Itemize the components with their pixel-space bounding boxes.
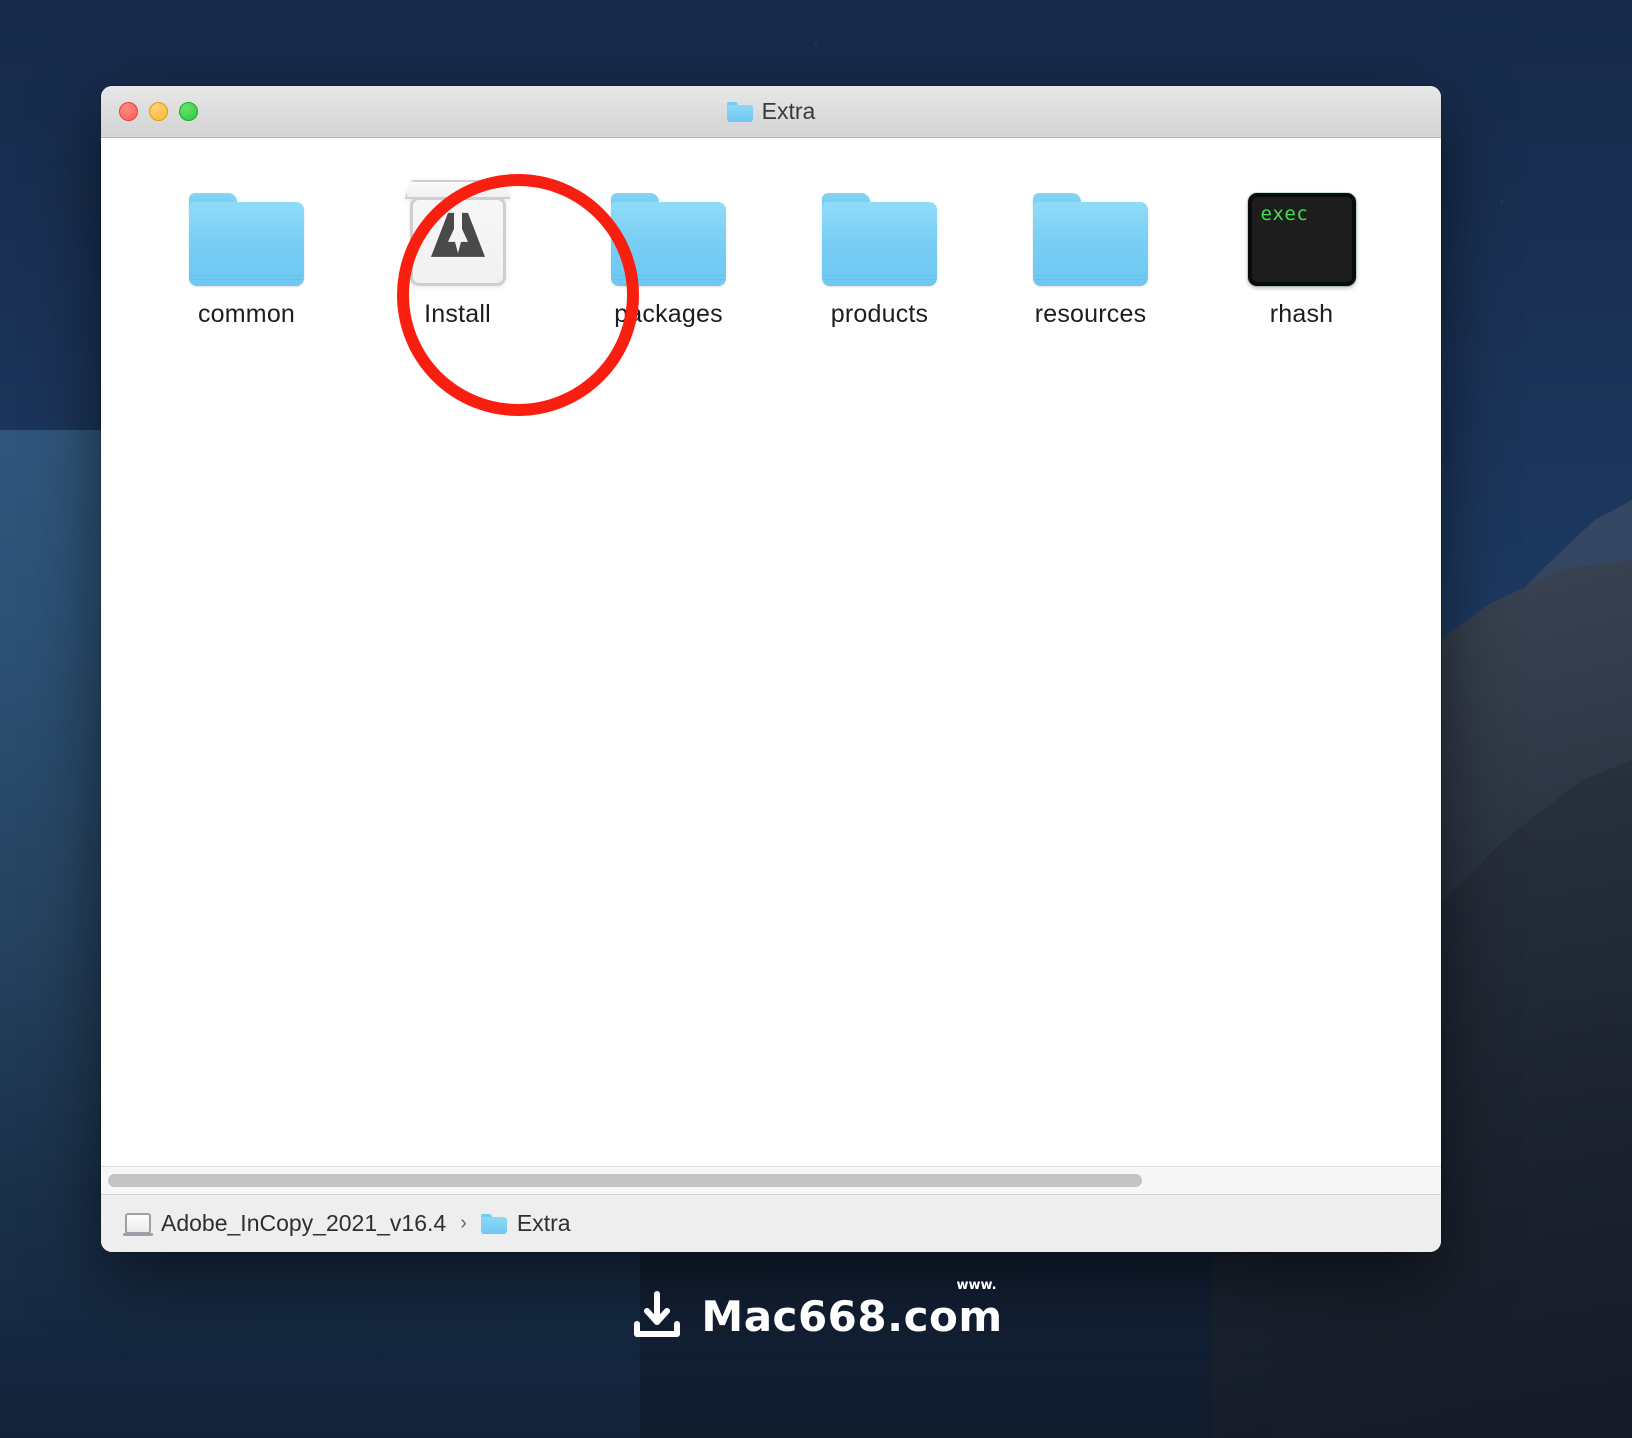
folder-icon — [822, 193, 937, 286]
minimize-button[interactable] — [149, 102, 168, 121]
breadcrumb-separator-icon: › — [460, 1212, 467, 1234]
horizontal-scrollbar[interactable] — [101, 1166, 1441, 1194]
exec-icon-text: exec — [1260, 203, 1309, 225]
file-item-common[interactable]: common — [141, 160, 352, 329]
site-watermark: Mac668.com www. — [0, 1278, 1632, 1344]
adobe-logo-icon — [430, 212, 485, 257]
folder-icon — [480, 1213, 507, 1234]
folder-icon — [189, 193, 304, 286]
adobe-installer-package-icon — [402, 180, 514, 286]
folder-icon — [611, 193, 726, 286]
window-title-text: Extra — [761, 98, 816, 124]
terminal-exec-icon: exec — [1247, 193, 1356, 286]
folder-icon — [726, 101, 753, 122]
breadcrumb-label: Adobe_InCopy_2021_v16.4 — [161, 1210, 447, 1236]
icon-grid: common Install packages products resourc… — [101, 160, 1441, 329]
window-titlebar[interactable]: Extra — [101, 86, 1441, 138]
file-item-rhash[interactable]: exec rhash — [1196, 160, 1407, 329]
watermark-superscript: www. — [956, 1277, 997, 1293]
file-item-label: resources — [1034, 300, 1147, 328]
icon-wrap — [402, 168, 514, 286]
file-item-label: common — [197, 300, 296, 328]
icon-wrap — [822, 168, 937, 286]
scrollbar-thumb[interactable] — [108, 1174, 1143, 1187]
file-item-label: Install — [424, 300, 491, 328]
icon-wrap — [189, 168, 304, 286]
scrollbar-track[interactable] — [108, 1174, 1434, 1187]
finder-window[interactable]: Extra common Install packages products r… — [101, 86, 1441, 1252]
file-item-label: rhash — [1269, 300, 1334, 328]
icon-wrap — [1033, 168, 1148, 286]
breadcrumb-item-volume[interactable]: Adobe_InCopy_2021_v16.4 — [123, 1210, 447, 1237]
breadcrumb-item-folder[interactable]: Extra — [480, 1210, 571, 1237]
folder-icon — [1033, 193, 1148, 286]
watermark-text: Mac668.com www. — [701, 1278, 1003, 1341]
file-item-products[interactable]: products — [774, 160, 985, 329]
watermark-label: Mac668.com — [701, 1291, 1003, 1341]
disk-icon — [123, 1213, 153, 1236]
file-item-resources[interactable]: resources — [985, 160, 1196, 329]
breadcrumb-label: Extra — [516, 1210, 571, 1236]
window-title: Extra — [101, 98, 1441, 125]
maximize-button[interactable] — [179, 102, 198, 121]
traffic-light-buttons[interactable] — [119, 86, 198, 137]
icon-wrap: exec — [1247, 168, 1356, 286]
file-listing-area[interactable]: common Install packages products resourc… — [101, 138, 1441, 1166]
path-bar[interactable]: Adobe_InCopy_2021_v16.4 › Extra — [101, 1194, 1441, 1252]
close-button[interactable] — [119, 102, 138, 121]
file-item-install[interactable]: Install — [352, 160, 563, 329]
file-item-packages[interactable]: packages — [563, 160, 774, 329]
file-item-label: packages — [614, 300, 723, 328]
file-item-label: products — [830, 300, 929, 328]
download-icon — [634, 1291, 681, 1337]
desktop-wallpaper: Extra common Install packages products r… — [0, 0, 1632, 1438]
icon-wrap — [611, 168, 726, 286]
